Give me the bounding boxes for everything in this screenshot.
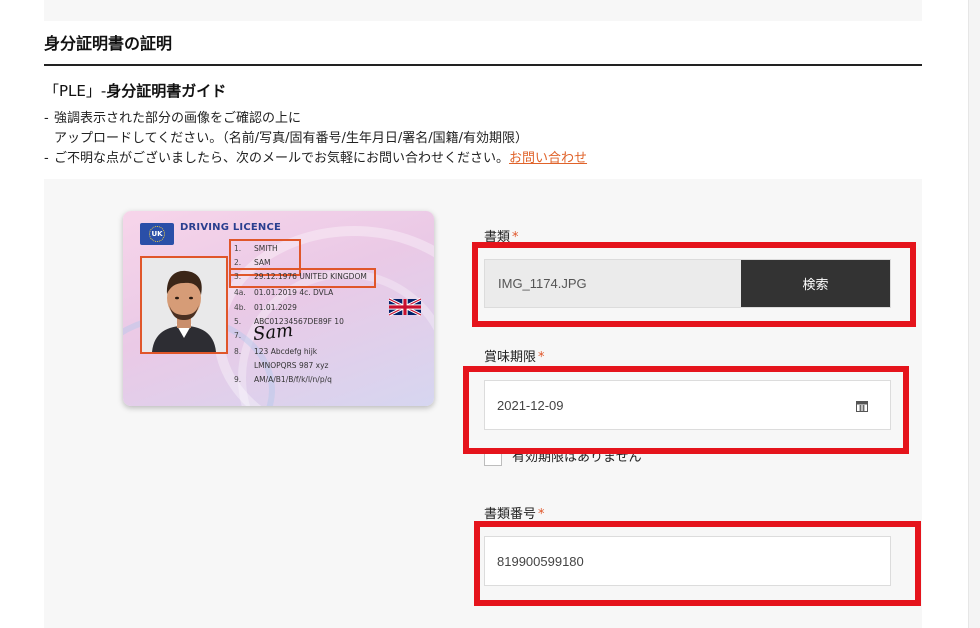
card-line: 4b. 01.01.2029 — [234, 303, 297, 312]
expiry-date-value: 2021-12-09 — [497, 397, 564, 413]
card-line: 7. — [234, 331, 242, 340]
guide-title-bold: 身分証明書ガイド — [106, 82, 227, 100]
document-file-field[interactable]: IMG_1174.JPG 検索 — [484, 259, 891, 308]
no-expiry-label: 有効期限はありません — [512, 450, 642, 465]
guide-note-3: - ご不明な点がございましたら、次のメールでお気軽にお問い合わせください。お問い合… — [44, 151, 588, 166]
guide-title-prefix: 「PLE」- — [44, 82, 107, 100]
section-divider — [44, 64, 922, 66]
section-title: 身分証明書の証明 — [44, 34, 173, 53]
expiry-date-input[interactable]: 2021-12-09 — [484, 380, 891, 430]
eu-flag-icon: UK — [140, 223, 174, 245]
scrollbar[interactable] — [968, 0, 980, 628]
portrait-photo — [140, 256, 228, 354]
guide-note-1: - 強調表示された部分の画像をご確認の上に — [44, 111, 302, 126]
card-title: DRIVING LICENCE — [180, 222, 282, 233]
uk-flag-icon — [389, 297, 421, 317]
top-strip — [44, 0, 922, 21]
license-sample-image: UK DRIVING LICENCE 1. SMITH 2. SAM 3. 29.12… — [123, 211, 434, 406]
contact-link[interactable]: お問い合わせ — [509, 151, 587, 166]
doc-number-input[interactable]: 819900599180 — [484, 536, 891, 586]
card-line: 8. 123 Abcdefg hijk — [234, 347, 318, 356]
calendar-icon[interactable] — [856, 400, 868, 412]
guide-title: 「PLE」-身分証明書ガイド — [44, 80, 226, 101]
card-line: 9. AM/A/B1/B/f/k/l/n/p/q — [234, 375, 332, 384]
guide-note-2: アップロードしてください。（名前/写真/固有番号/生年月日/署名/国籍/有効期限… — [54, 131, 528, 146]
signature: Sam — [252, 319, 295, 346]
expiry-label: 賞味期限 * — [484, 350, 545, 365]
no-expiry-checkbox[interactable] — [484, 450, 502, 466]
card-line: 3. 29.12.1976 UNITED KINGDOM — [234, 272, 367, 281]
doc-number-value: 819900599180 — [497, 553, 584, 569]
browse-button[interactable]: 検索 — [741, 260, 890, 307]
document-label: 書類 * — [484, 230, 519, 245]
file-name: IMG_1174.JPG — [498, 276, 587, 291]
card-line: 2. SAM — [234, 258, 271, 267]
card-line: 4a. 01.01.2019 4c. DVLA — [234, 288, 334, 297]
card-line: LMNOPQRS 987 xyz — [254, 361, 329, 370]
card-line: 1. SMITH — [234, 244, 278, 253]
doc-number-label: 書類番号 * — [484, 507, 545, 522]
